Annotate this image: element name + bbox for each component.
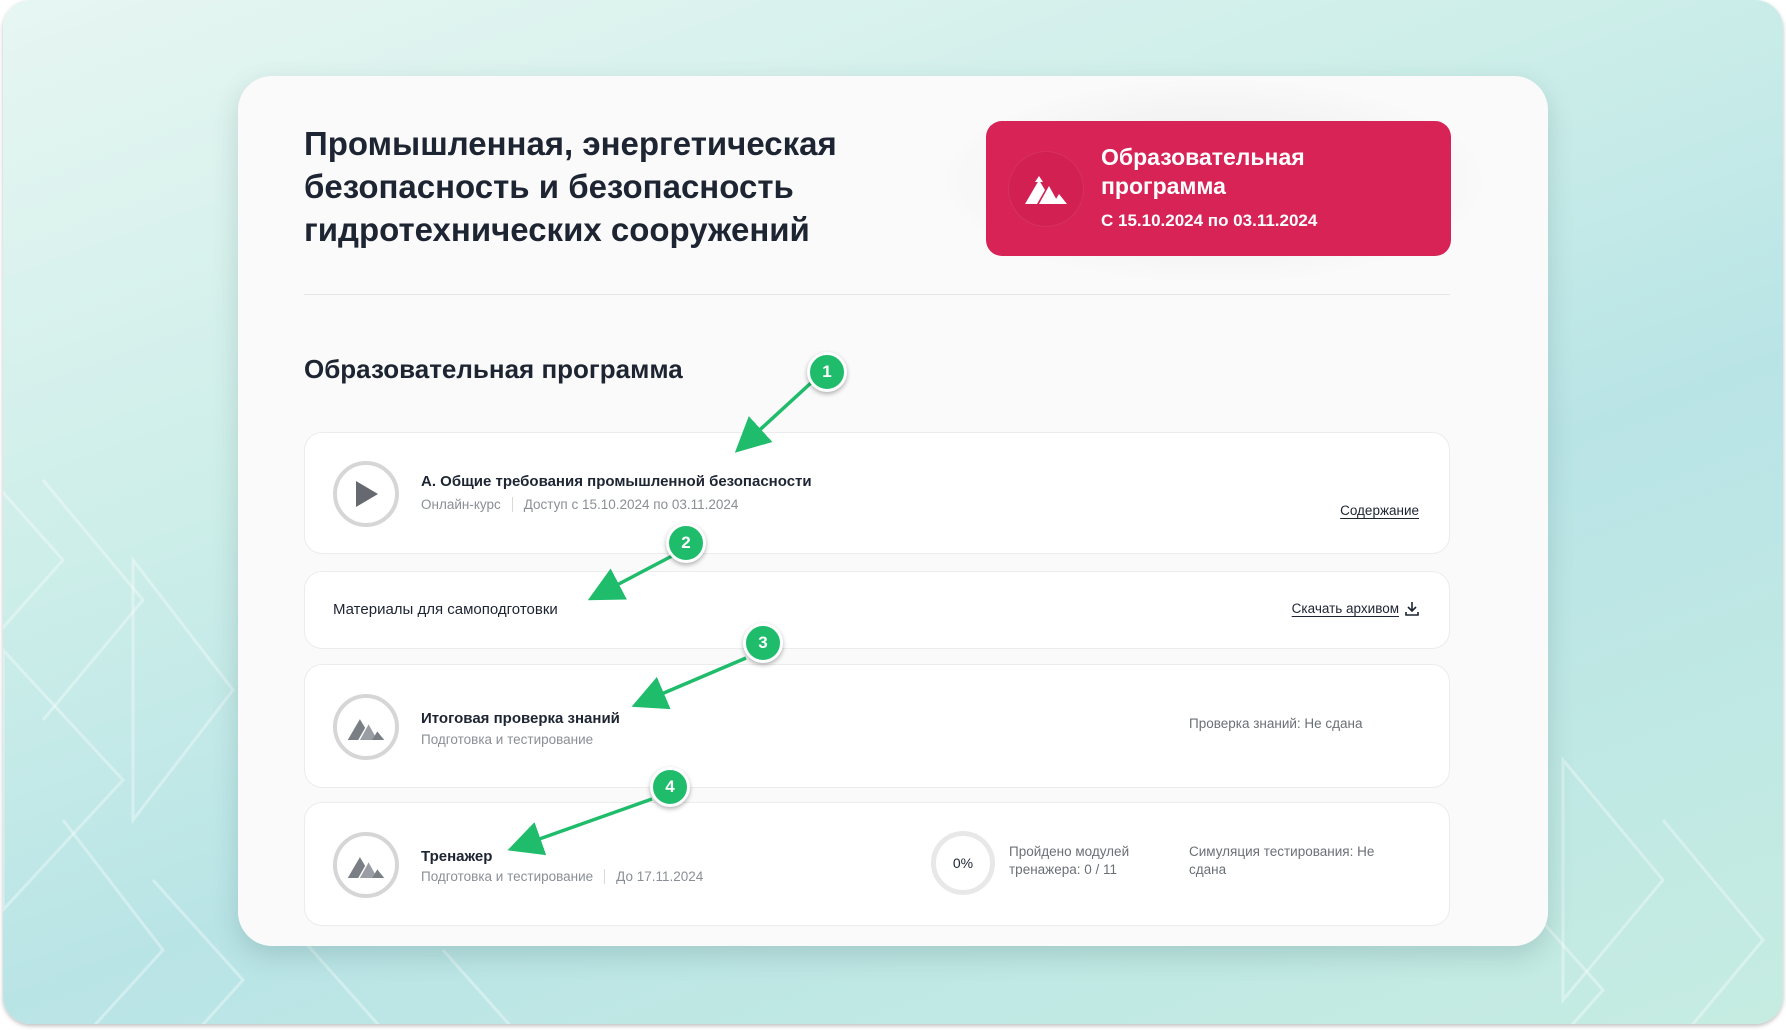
banner-title: Образовательная программа [1101,144,1305,199]
page-title: Промышленная, энергетическая безопасност… [304,125,837,248]
mountain-logo-icon [1008,151,1084,227]
program-banner: Образовательная программа С 15.10.2024 п… [986,121,1451,256]
mountain-logo-icon [333,694,399,760]
banner-dates: С 15.10.2024 по 03.11.2024 [1101,211,1318,230]
annotation-badge-3: 3 [743,623,783,663]
program-card: Промышленная, энергетическая безопасност… [238,76,1548,946]
divider [304,294,1450,295]
annotation-badge-4: 4 [650,767,690,807]
course-type: Онлайн-курс [421,497,501,512]
list-item-materials: Материалы для самоподготовки Скачать арх… [304,571,1450,649]
trainer-subtitle: Подготовка и тестирование [421,869,594,884]
list-item-final-test[interactable]: Итоговая проверка знаний Подготовка и те… [304,664,1450,788]
list-item-trainer[interactable]: Тренажер Подготовка и тестирование До 17… [304,802,1450,926]
final-test-subtitle: Подготовка и тестирование [421,732,594,747]
download-archive-link[interactable]: Скачать архивом [1292,601,1419,616]
trainer-status: Симуляция тестирования: Не сдана [1189,844,1375,877]
materials-title: Материалы для самоподготовки [333,601,558,618]
final-test-status: Проверка знаний: Не сдана [1189,716,1363,731]
play-icon[interactable] [333,461,399,527]
separator [511,497,513,512]
trainer-deadline: До 17.11.2024 [616,869,704,884]
course-title[interactable]: А. Общие требования промышленной безопас… [421,473,812,490]
trainer-meta: Подготовка и тестирование До 17.11.2024 [421,869,703,884]
progress-ring: 0% [931,831,995,895]
annotation-badge-1: 1 [807,352,847,392]
course-meta: Онлайн-курс Доступ с 15.10.2024 по 03.11… [421,497,738,512]
contents-link[interactable]: Содержание [1340,503,1419,518]
trainer-title[interactable]: Тренажер [421,848,492,865]
separator [604,869,606,884]
section-title: Образовательная программа [304,354,683,384]
annotation-badge-2: 2 [666,523,706,563]
course-access: Доступ с 15.10.2024 по 03.11.2024 [523,497,739,512]
mountain-logo-icon [333,832,399,898]
list-item-course[interactable]: А. Общие требования промышленной безопас… [304,432,1450,554]
trainer-progress-label: Пройдено модулей тренажера: 0 / 11 [1009,844,1130,877]
download-icon[interactable] [1405,601,1419,616]
download-archive-label[interactable]: Скачать архивом [1292,601,1399,616]
final-test-title[interactable]: Итоговая проверка знаний [421,710,620,727]
